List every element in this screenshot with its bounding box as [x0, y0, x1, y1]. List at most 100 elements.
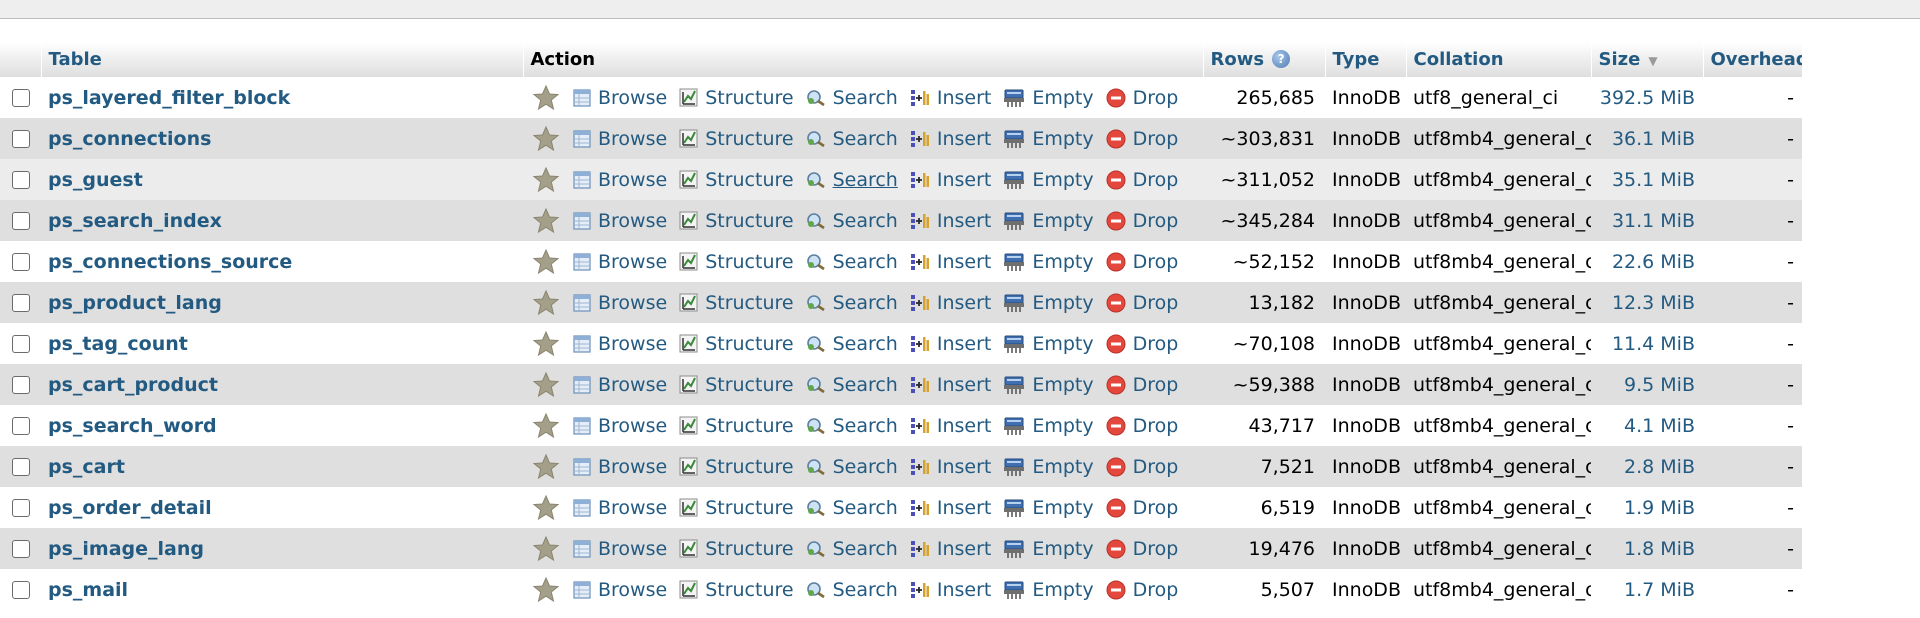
insert-link[interactable]: Insert: [910, 538, 991, 560]
search-link[interactable]: Search: [806, 210, 898, 232]
empty-link[interactable]: Empty: [1003, 415, 1094, 437]
browse-link[interactable]: Browse: [573, 128, 667, 150]
table-name-link[interactable]: ps_product_lang: [48, 292, 222, 314]
structure-link[interactable]: Structure: [679, 538, 794, 560]
search-link[interactable]: Search: [806, 374, 898, 396]
row-checkbox[interactable]: [11, 458, 30, 476]
search-link[interactable]: Search: [806, 415, 898, 437]
structure-link[interactable]: Structure: [679, 87, 794, 109]
search-link[interactable]: Search: [806, 292, 898, 314]
structure-link[interactable]: Structure: [679, 579, 794, 601]
browse-link[interactable]: Browse: [573, 251, 667, 273]
size-cell[interactable]: 392.5 MiB: [1591, 77, 1703, 118]
row-checkbox[interactable]: [11, 417, 30, 435]
structure-link[interactable]: Structure: [679, 333, 794, 355]
table-name-link[interactable]: ps_connections: [48, 128, 211, 150]
star-icon[interactable]: [531, 411, 561, 441]
insert-link[interactable]: Insert: [910, 210, 991, 232]
search-link[interactable]: Search: [806, 128, 898, 150]
structure-link[interactable]: Structure: [679, 456, 794, 478]
empty-link[interactable]: Empty: [1003, 579, 1094, 601]
header-collation[interactable]: Collation: [1406, 42, 1592, 77]
star-icon[interactable]: [531, 247, 561, 277]
structure-link[interactable]: Structure: [679, 251, 794, 273]
header-type[interactable]: Type: [1325, 42, 1407, 77]
insert-link[interactable]: Insert: [910, 374, 991, 396]
empty-link[interactable]: Empty: [1003, 87, 1094, 109]
star-icon[interactable]: [531, 493, 561, 523]
browse-link[interactable]: Browse: [573, 87, 667, 109]
search-link[interactable]: Search: [806, 538, 898, 560]
search-link[interactable]: Search: [806, 579, 898, 601]
insert-link[interactable]: Insert: [910, 456, 991, 478]
browse-link[interactable]: Browse: [573, 210, 667, 232]
search-link[interactable]: Search: [806, 456, 898, 478]
browse-link[interactable]: Browse: [573, 333, 667, 355]
row-checkbox[interactable]: [11, 376, 30, 394]
star-icon[interactable]: [531, 288, 561, 318]
header-size[interactable]: Size ▼: [1591, 42, 1704, 77]
browse-link[interactable]: Browse: [573, 292, 667, 314]
drop-link[interactable]: Drop: [1106, 497, 1178, 519]
drop-link[interactable]: Drop: [1106, 128, 1178, 150]
header-rows[interactable]: Rows: [1203, 42, 1326, 77]
row-checkbox[interactable]: [11, 89, 30, 107]
table-name-link[interactable]: ps_order_detail: [48, 497, 212, 519]
size-cell[interactable]: 4.1 MiB: [1591, 405, 1703, 446]
size-cell[interactable]: 35.1 MiB: [1591, 159, 1703, 200]
star-icon[interactable]: [531, 575, 561, 605]
structure-link[interactable]: Structure: [679, 169, 794, 191]
search-link[interactable]: Search: [806, 497, 898, 519]
drop-link[interactable]: Drop: [1106, 374, 1178, 396]
insert-link[interactable]: Insert: [910, 251, 991, 273]
structure-link[interactable]: Structure: [679, 292, 794, 314]
insert-link[interactable]: Insert: [910, 87, 991, 109]
insert-link[interactable]: Insert: [910, 579, 991, 601]
empty-link[interactable]: Empty: [1003, 292, 1094, 314]
drop-link[interactable]: Drop: [1106, 251, 1178, 273]
empty-link[interactable]: Empty: [1003, 333, 1094, 355]
header-overhead[interactable]: Overhead: [1703, 42, 1803, 77]
table-name-link[interactable]: ps_tag_count: [48, 333, 188, 355]
browse-link[interactable]: Browse: [573, 374, 667, 396]
size-cell[interactable]: 11.4 MiB: [1591, 323, 1703, 364]
table-name-link[interactable]: ps_search_word: [48, 415, 217, 437]
row-checkbox[interactable]: [11, 212, 30, 230]
drop-link[interactable]: Drop: [1106, 292, 1178, 314]
size-cell[interactable]: 22.6 MiB: [1591, 241, 1703, 282]
insert-link[interactable]: Insert: [910, 333, 991, 355]
drop-link[interactable]: Drop: [1106, 538, 1178, 560]
row-checkbox[interactable]: [11, 581, 30, 599]
drop-link[interactable]: Drop: [1106, 333, 1178, 355]
structure-link[interactable]: Structure: [679, 497, 794, 519]
drop-link[interactable]: Drop: [1106, 456, 1178, 478]
table-name-link[interactable]: ps_cart: [48, 456, 125, 478]
structure-link[interactable]: Structure: [679, 128, 794, 150]
browse-link[interactable]: Browse: [573, 579, 667, 601]
star-icon[interactable]: [531, 83, 561, 113]
row-checkbox[interactable]: [11, 294, 30, 312]
structure-link[interactable]: Structure: [679, 374, 794, 396]
size-cell[interactable]: 9.5 MiB: [1591, 364, 1703, 405]
star-icon[interactable]: [531, 124, 561, 154]
search-link[interactable]: Search: [806, 87, 898, 109]
browse-link[interactable]: Browse: [573, 456, 667, 478]
insert-link[interactable]: Insert: [910, 415, 991, 437]
browse-link[interactable]: Browse: [573, 415, 667, 437]
row-checkbox[interactable]: [11, 335, 30, 353]
star-icon[interactable]: [531, 534, 561, 564]
browse-link[interactable]: Browse: [573, 538, 667, 560]
insert-link[interactable]: Insert: [910, 169, 991, 191]
structure-link[interactable]: Structure: [679, 415, 794, 437]
empty-link[interactable]: Empty: [1003, 497, 1094, 519]
insert-link[interactable]: Insert: [910, 128, 991, 150]
table-name-link[interactable]: ps_cart_product: [48, 374, 218, 396]
help-icon[interactable]: [1272, 50, 1291, 68]
size-cell[interactable]: 2.8 MiB: [1591, 446, 1703, 487]
drop-link[interactable]: Drop: [1106, 415, 1178, 437]
search-link[interactable]: Search: [806, 251, 898, 273]
empty-link[interactable]: Empty: [1003, 374, 1094, 396]
row-checkbox[interactable]: [11, 253, 30, 271]
size-cell[interactable]: 1.7 MiB: [1591, 569, 1703, 610]
drop-link[interactable]: Drop: [1106, 87, 1178, 109]
